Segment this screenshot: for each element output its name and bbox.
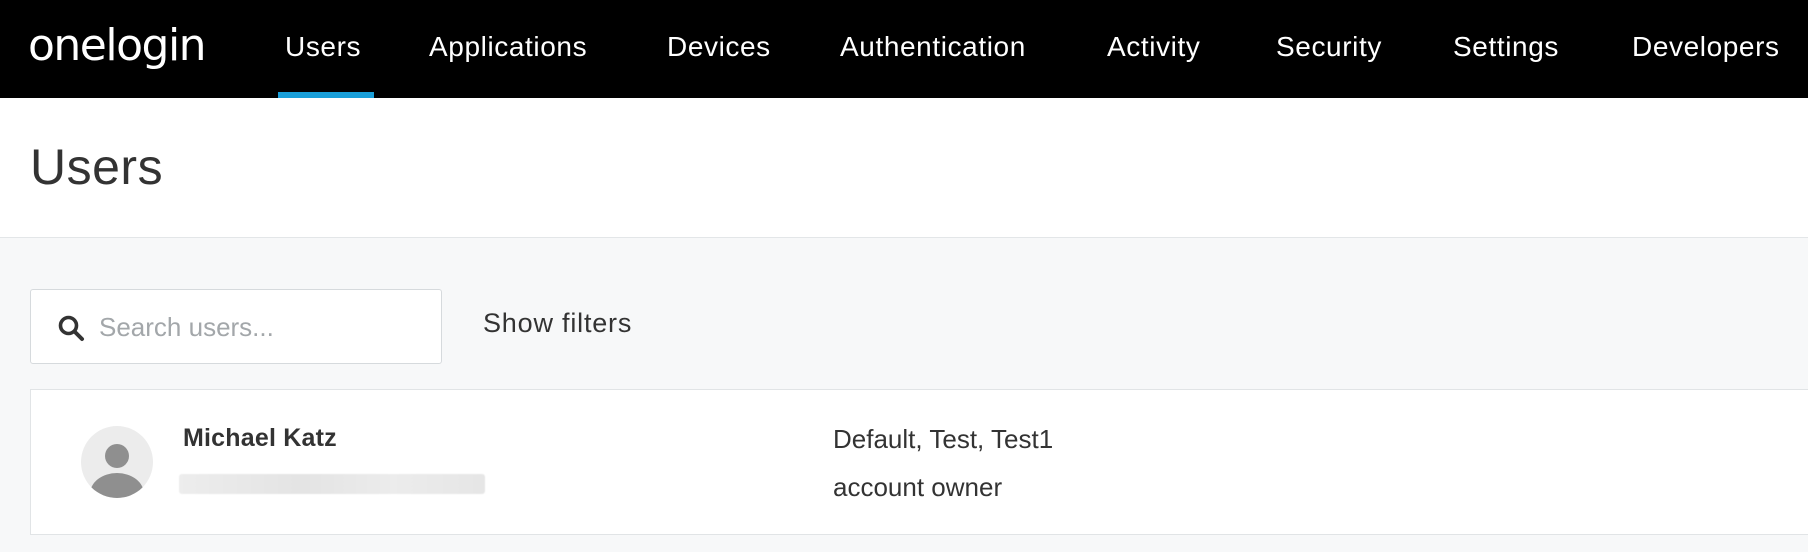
search-box[interactable]	[30, 289, 442, 364]
nav-item-authentication[interactable]: Authentication	[840, 28, 1026, 68]
nav-item-developers[interactable]: Developers	[1632, 28, 1780, 68]
nav-item-settings[interactable]: Settings	[1453, 28, 1559, 68]
user-avatar-icon	[81, 426, 153, 498]
nav-item-applications[interactable]: Applications	[429, 28, 587, 68]
nav-item-users[interactable]: Users	[285, 28, 361, 68]
nav-item-security[interactable]: Security	[1276, 28, 1382, 68]
page-header: Users	[0, 98, 1808, 238]
user-type: account owner	[833, 472, 1003, 502]
user-list-item[interactable]: Michael Katz Default, Test, Test1 accoun…	[30, 389, 1808, 535]
search-input[interactable]	[99, 302, 429, 352]
user-name[interactable]: Michael Katz	[183, 424, 337, 453]
show-filters-button[interactable]: Show filters	[483, 308, 632, 339]
person-icon	[90, 444, 144, 498]
user-roles: Default, Test, Test1	[833, 424, 1054, 454]
redacted-email	[179, 474, 485, 494]
top-navigation-bar: onelogin Users Applications Devices Auth…	[0, 0, 1808, 98]
search-icon	[58, 315, 84, 341]
onelogin-logo[interactable]: onelogin	[28, 20, 207, 72]
nav-item-devices[interactable]: Devices	[667, 28, 771, 68]
page-title: Users	[30, 139, 164, 195]
nav-item-activity[interactable]: Activity	[1107, 28, 1200, 68]
